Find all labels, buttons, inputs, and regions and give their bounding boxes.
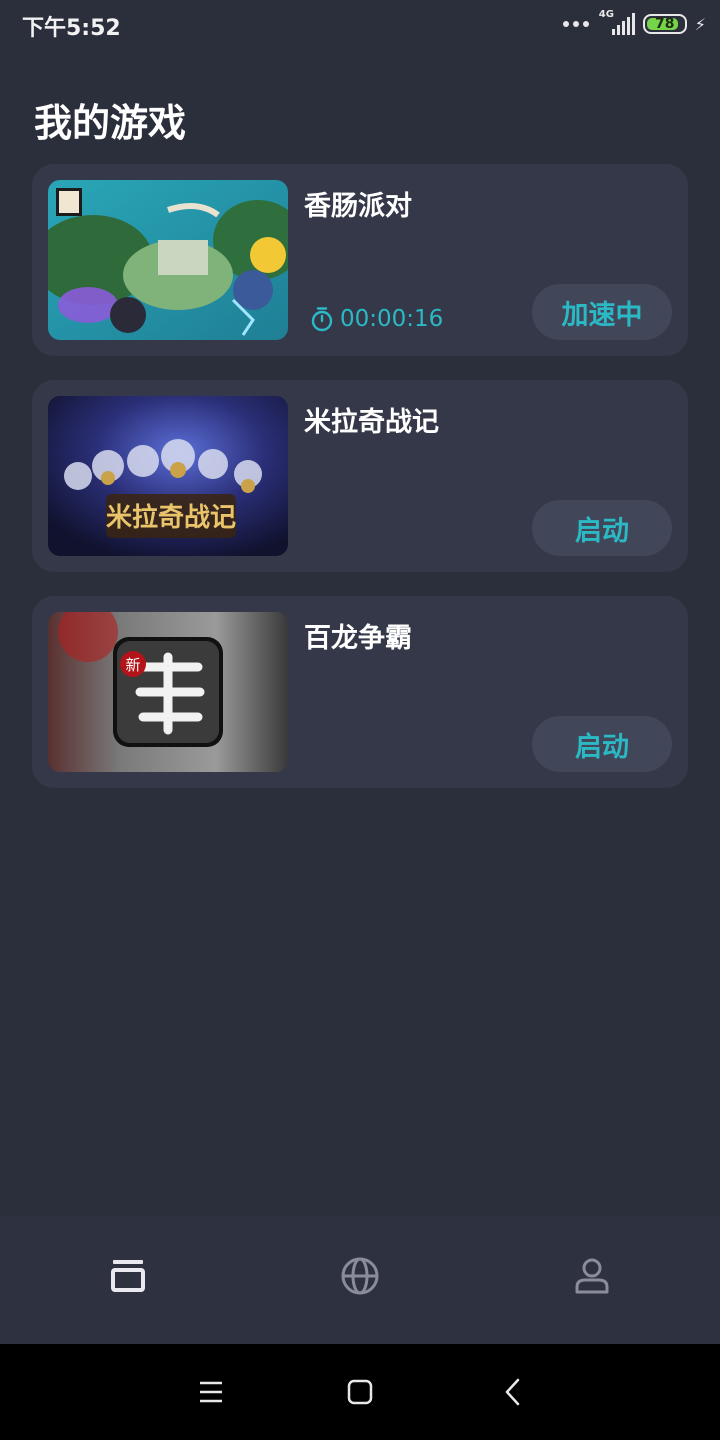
charging-icon: ⚡ bbox=[694, 14, 706, 34]
profile-tab[interactable] bbox=[552, 1236, 632, 1316]
globe-icon bbox=[341, 1257, 379, 1295]
menu-icon bbox=[200, 1381, 222, 1403]
launch-button[interactable]: 启动 bbox=[532, 716, 672, 772]
miracle-war-cover[interactable]: 米拉奇战记 bbox=[48, 396, 288, 556]
back-button[interactable] bbox=[488, 1368, 536, 1416]
new-badge: 新 bbox=[125, 656, 140, 674]
discover-tab[interactable] bbox=[320, 1236, 400, 1316]
game-name: 香肠派对 bbox=[304, 191, 412, 222]
status-time: 下午5:52 bbox=[22, 16, 121, 41]
timer-value: 00:00:16 bbox=[340, 306, 444, 332]
menu-button[interactable] bbox=[187, 1368, 235, 1416]
home-button[interactable] bbox=[336, 1368, 384, 1416]
game-name: 米拉奇战记 bbox=[304, 407, 439, 438]
user-icon bbox=[575, 1258, 609, 1294]
bottom-tab-bar bbox=[0, 1216, 720, 1344]
cover-title: 米拉奇战记 bbox=[106, 502, 236, 533]
page-title: 我的游戏 bbox=[34, 101, 187, 145]
signal-icon: 4G bbox=[597, 9, 635, 37]
game-library-icon bbox=[111, 1260, 145, 1292]
acceleration-timer: 00:00:16 bbox=[310, 306, 443, 332]
status-bar: 下午5:52 4G 78 ⚡ bbox=[0, 0, 720, 50]
game-card[interactable]: 新 百龙争霸 启动 bbox=[32, 596, 688, 788]
game-name: 百龙争霸 bbox=[304, 623, 412, 654]
back-icon bbox=[505, 1378, 520, 1406]
launch-button[interactable]: 启动 bbox=[532, 500, 672, 556]
status-icons: 4G 78 ⚡ bbox=[562, 9, 706, 38]
game-list: 香肠派对 00:00:16 加速中 米拉奇战记 米拉奇战记 启动 新 百龙争霸 … bbox=[32, 164, 688, 812]
stopwatch-icon bbox=[311, 307, 333, 332]
games-tab[interactable] bbox=[88, 1236, 168, 1316]
game-card[interactable]: 香肠派对 00:00:16 加速中 bbox=[32, 164, 688, 356]
battery-level: 78 bbox=[655, 16, 675, 32]
three-kingdoms-cover[interactable]: 新 bbox=[48, 612, 288, 772]
system-nav-bar bbox=[0, 1344, 720, 1440]
home-icon bbox=[347, 1379, 373, 1405]
game-card[interactable]: 米拉奇战记 米拉奇战记 启动 bbox=[32, 380, 688, 572]
sausage-party-cover[interactable] bbox=[48, 180, 288, 340]
battery-icon: 78 bbox=[642, 14, 687, 34]
more-notifications-icon bbox=[562, 21, 589, 27]
accelerating-button[interactable]: 加速中 bbox=[532, 284, 672, 340]
